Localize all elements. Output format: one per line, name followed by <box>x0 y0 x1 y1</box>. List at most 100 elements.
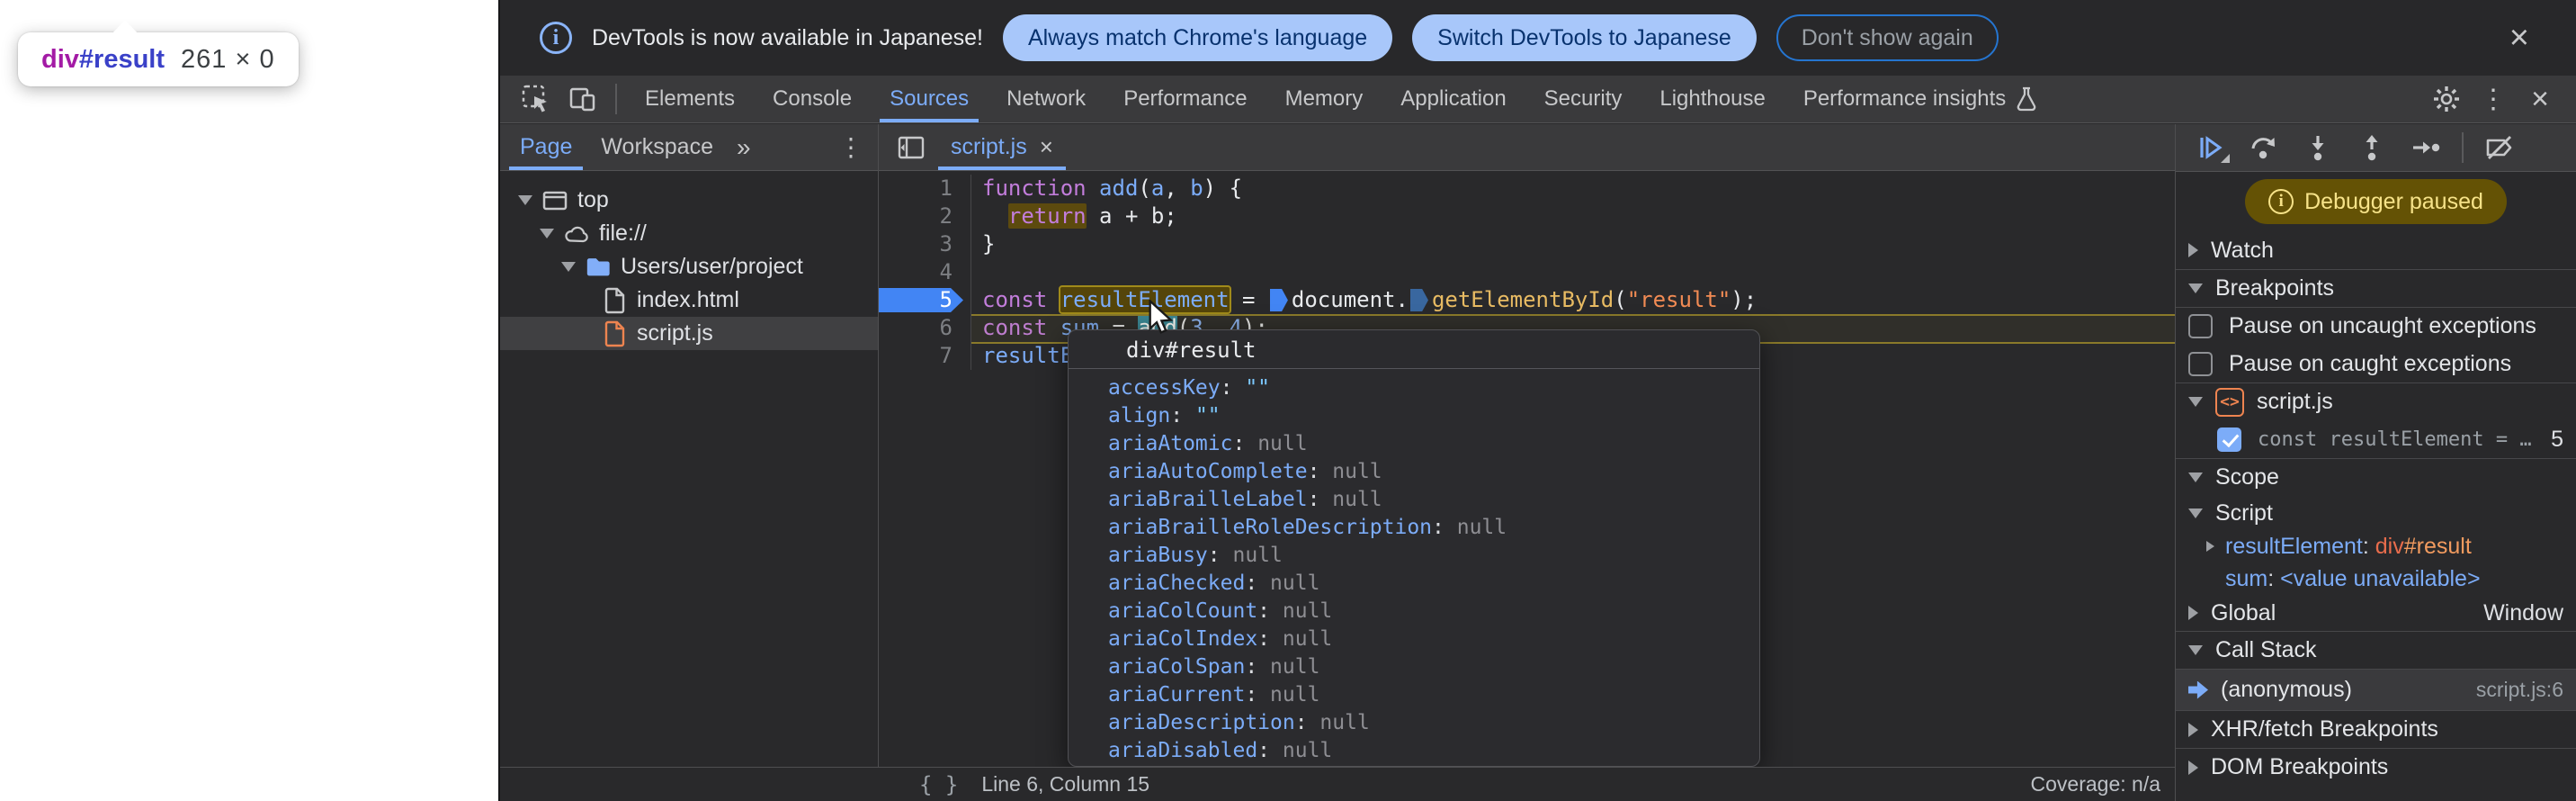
tree-item-project-folder[interactable]: Users/user/project <box>500 250 878 284</box>
close-tab-icon[interactable]: × <box>1040 133 1053 161</box>
inspect-element-icon[interactable] <box>513 78 559 120</box>
code-token <box>1410 289 1428 311</box>
tab-memory[interactable]: Memory <box>1266 76 1382 122</box>
callstack-frame[interactable]: (anonymous) script.js:6 <box>2176 669 2576 710</box>
dont-show-again-button[interactable]: Don't show again <box>1776 14 1999 61</box>
devtools-close-icon[interactable]: × <box>2517 78 2563 120</box>
pretty-print-icon[interactable]: { } <box>919 772 958 797</box>
navigator-tab-workspace[interactable]: Workspace <box>586 124 728 170</box>
tree-item-top[interactable]: top <box>500 184 878 217</box>
section-dom-breakpoints[interactable]: DOM Breakpoints <box>2176 748 2576 786</box>
tab-console[interactable]: Console <box>754 76 871 122</box>
settings-gear-icon[interactable] <box>2423 78 2470 120</box>
code-text: return a + b; <box>971 202 1177 230</box>
popup-property: ariaChecked: null <box>1108 570 1759 598</box>
section-call-stack[interactable]: Call Stack <box>2176 631 2576 669</box>
resume-script-icon[interactable] <box>2183 127 2237 168</box>
colon: : <box>2267 566 2280 592</box>
tooltip-id: #result <box>79 45 165 74</box>
scope-var-sum[interactable]: sum : <value unavailable> <box>2176 562 2576 595</box>
deactivate-breakpoints-icon[interactable] <box>2473 127 2527 168</box>
devtools-window: i DevTools is now available in Japanese!… <box>498 0 2576 801</box>
code-token <box>982 203 1008 229</box>
overflow-glyph: ⋮ <box>2480 84 2507 115</box>
frame-location: script.js:6 <box>2476 678 2563 702</box>
navigator-tab-page[interactable]: Page <box>505 124 586 170</box>
overflow-menu-icon[interactable]: ⋮ <box>2470 78 2517 120</box>
gutter-line-4[interactable]: 4 <box>879 258 971 286</box>
tab-application[interactable]: Application <box>1382 76 1525 122</box>
tree-item-file-origin[interactable]: file:// <box>500 217 878 250</box>
section-watch[interactable]: Watch <box>2176 231 2576 269</box>
tab-elements[interactable]: Elements <box>626 76 754 122</box>
gutter-line-7[interactable]: 7 <box>879 342 971 370</box>
tooltip-selector: div#result <box>41 45 165 75</box>
sources-panel: Page Workspace » ⋮ top <box>500 124 2576 801</box>
popup-property-list: accessKey: ""align: ""ariaAtomic: nullar… <box>1069 369 1759 765</box>
chevron-down-icon <box>2188 397 2203 407</box>
gutter-line-3[interactable]: 3 <box>879 230 971 258</box>
breakpoint-entry[interactable]: const resultElement = doc··· 5 <box>2176 420 2576 458</box>
toggle-navigator-icon[interactable] <box>888 127 935 168</box>
paused-strip: i Debugger paused <box>2176 172 2576 231</box>
section-xhr-breakpoints[interactable]: XHR/fetch Breakpoints <box>2176 710 2576 748</box>
code-token: a + b; <box>1087 203 1177 229</box>
tab-security[interactable]: Security <box>1525 76 1641 122</box>
tab-performance[interactable]: Performance <box>1105 76 1266 122</box>
code-token: a <box>1151 176 1164 201</box>
device-toolbar-icon[interactable] <box>559 78 606 120</box>
popup-property: accessKey: "" <box>1108 374 1759 402</box>
code-line: 4 <box>879 258 2175 286</box>
section-scope[interactable]: Scope <box>2176 458 2576 496</box>
tree-item-script-js[interactable]: script.js <box>500 317 878 350</box>
infobar-close-icon[interactable]: × <box>2502 21 2536 55</box>
code-token: add <box>1099 176 1138 201</box>
tree-item-label: index.html <box>637 287 739 313</box>
section-breakpoints[interactable]: Breakpoints <box>2176 269 2576 307</box>
code-editor[interactable]: 1 function add(a, b) { 2 return a + b; 3… <box>879 171 2175 801</box>
frame-icon <box>541 187 568 214</box>
tree-item-label: top <box>577 187 609 213</box>
gutter-line-6[interactable]: 6 <box>879 314 971 342</box>
pause-caught-checkbox[interactable] <box>2188 352 2213 376</box>
pause-uncaught-row[interactable]: Pause on uncaught exceptions <box>2176 307 2576 345</box>
tooltip-arrow <box>112 20 139 34</box>
scope-var-resultelement[interactable]: resultElement : div#result <box>2176 530 2576 562</box>
step-over-icon[interactable] <box>2237 127 2291 168</box>
chevron-down-icon <box>2188 645 2203 655</box>
tab-network[interactable]: Network <box>988 76 1105 122</box>
toolbar-separator <box>2462 132 2464 163</box>
language-infobar: i DevTools is now available in Japanese!… <box>500 0 2576 76</box>
scope-script-header[interactable]: Script <box>2176 496 2576 530</box>
step-icon[interactable] <box>2399 127 2453 168</box>
sources-workspace: Page Workspace » ⋮ top <box>500 124 2175 801</box>
code-token: return <box>1008 203 1087 229</box>
popup-property: ariaBrailleLabel: null <box>1108 486 1759 514</box>
code-token: "result" <box>1627 287 1731 312</box>
chevron-down-icon <box>2188 508 2203 518</box>
file-icon <box>601 287 628 314</box>
gutter-line-1[interactable]: 1 <box>879 175 971 202</box>
scope-global-header[interactable]: Global Window <box>2176 595 2576 631</box>
gutter-line-5-breakpoint[interactable]: 5 <box>879 286 971 314</box>
more-tabs-icon[interactable]: » <box>728 133 760 162</box>
navigator-menu-icon[interactable]: ⋮ <box>824 132 878 162</box>
breakpoint-checkbox[interactable] <box>2217 428 2241 452</box>
step-into-icon[interactable] <box>2291 127 2345 168</box>
gutter-line-2[interactable]: 2 <box>879 202 971 230</box>
tab-lighthouse[interactable]: Lighthouse <box>1641 76 1784 122</box>
tab-sources[interactable]: Sources <box>871 76 988 122</box>
switch-devtools-japanese-button[interactable]: Switch DevTools to Japanese <box>1412 14 1757 61</box>
scope-section-label: Script <box>2215 500 2273 526</box>
tab-performance-insights[interactable]: Performance insights <box>1784 76 2057 122</box>
breakpoint-group-script-js[interactable]: <> script.js <box>2176 382 2576 420</box>
code-token: resultElement <box>1060 287 1230 312</box>
chevron-down-icon <box>561 262 576 272</box>
tree-item-index-html[interactable]: index.html <box>500 284 878 317</box>
match-chrome-language-button[interactable]: Always match Chrome's language <box>1003 14 1392 61</box>
pause-uncaught-checkbox[interactable] <box>2188 314 2213 338</box>
code-token: } <box>982 231 995 256</box>
step-out-icon[interactable] <box>2345 127 2399 168</box>
editor-tab-script-js[interactable]: script.js × <box>935 124 1069 170</box>
pause-caught-row[interactable]: Pause on caught exceptions <box>2176 345 2576 382</box>
